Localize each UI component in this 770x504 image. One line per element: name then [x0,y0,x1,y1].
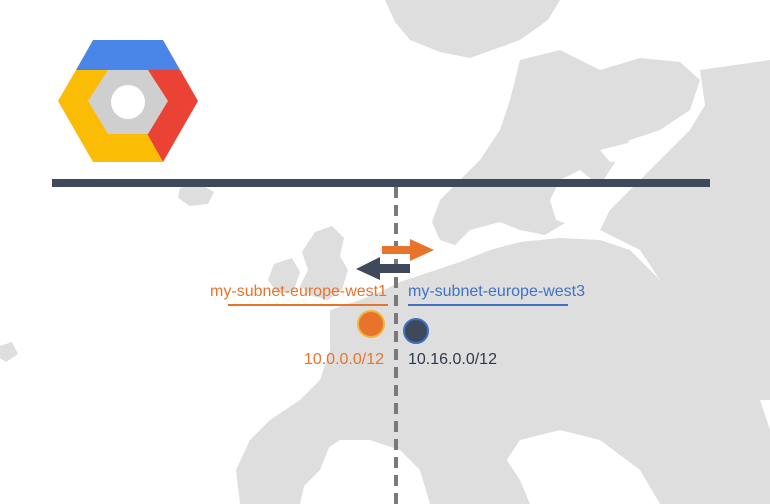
subnet-node-europe-west1 [357,310,385,338]
logo-blue-segment [76,40,180,70]
google-cloud-compute-engine-icon [58,40,198,162]
subnet-cidr-europe-west1: 10.0.0.0/12 [303,351,384,368]
network-diagram: my-subnet-europe-west1 my-subnet-europe-… [0,0,770,504]
subnet-label-europe-west3: my-subnet-europe-west3 [408,283,585,300]
arrow-left-icon [356,257,410,280]
subnet-label-europe-west1: my-subnet-europe-west1 [210,283,387,300]
subnet-cidr-europe-west3: 10.16.0.0/12 [408,351,497,368]
arrow-right-icon [382,239,434,261]
subnet-underline-europe-west1 [228,304,388,306]
subnet-underline-europe-west3 [408,304,568,306]
traffic-arrows [356,239,434,280]
region-divider-line [394,187,398,504]
subnet-node-europe-west3 [403,318,429,344]
vpc-network-bar [52,179,710,187]
logo-center-hole [111,85,145,119]
